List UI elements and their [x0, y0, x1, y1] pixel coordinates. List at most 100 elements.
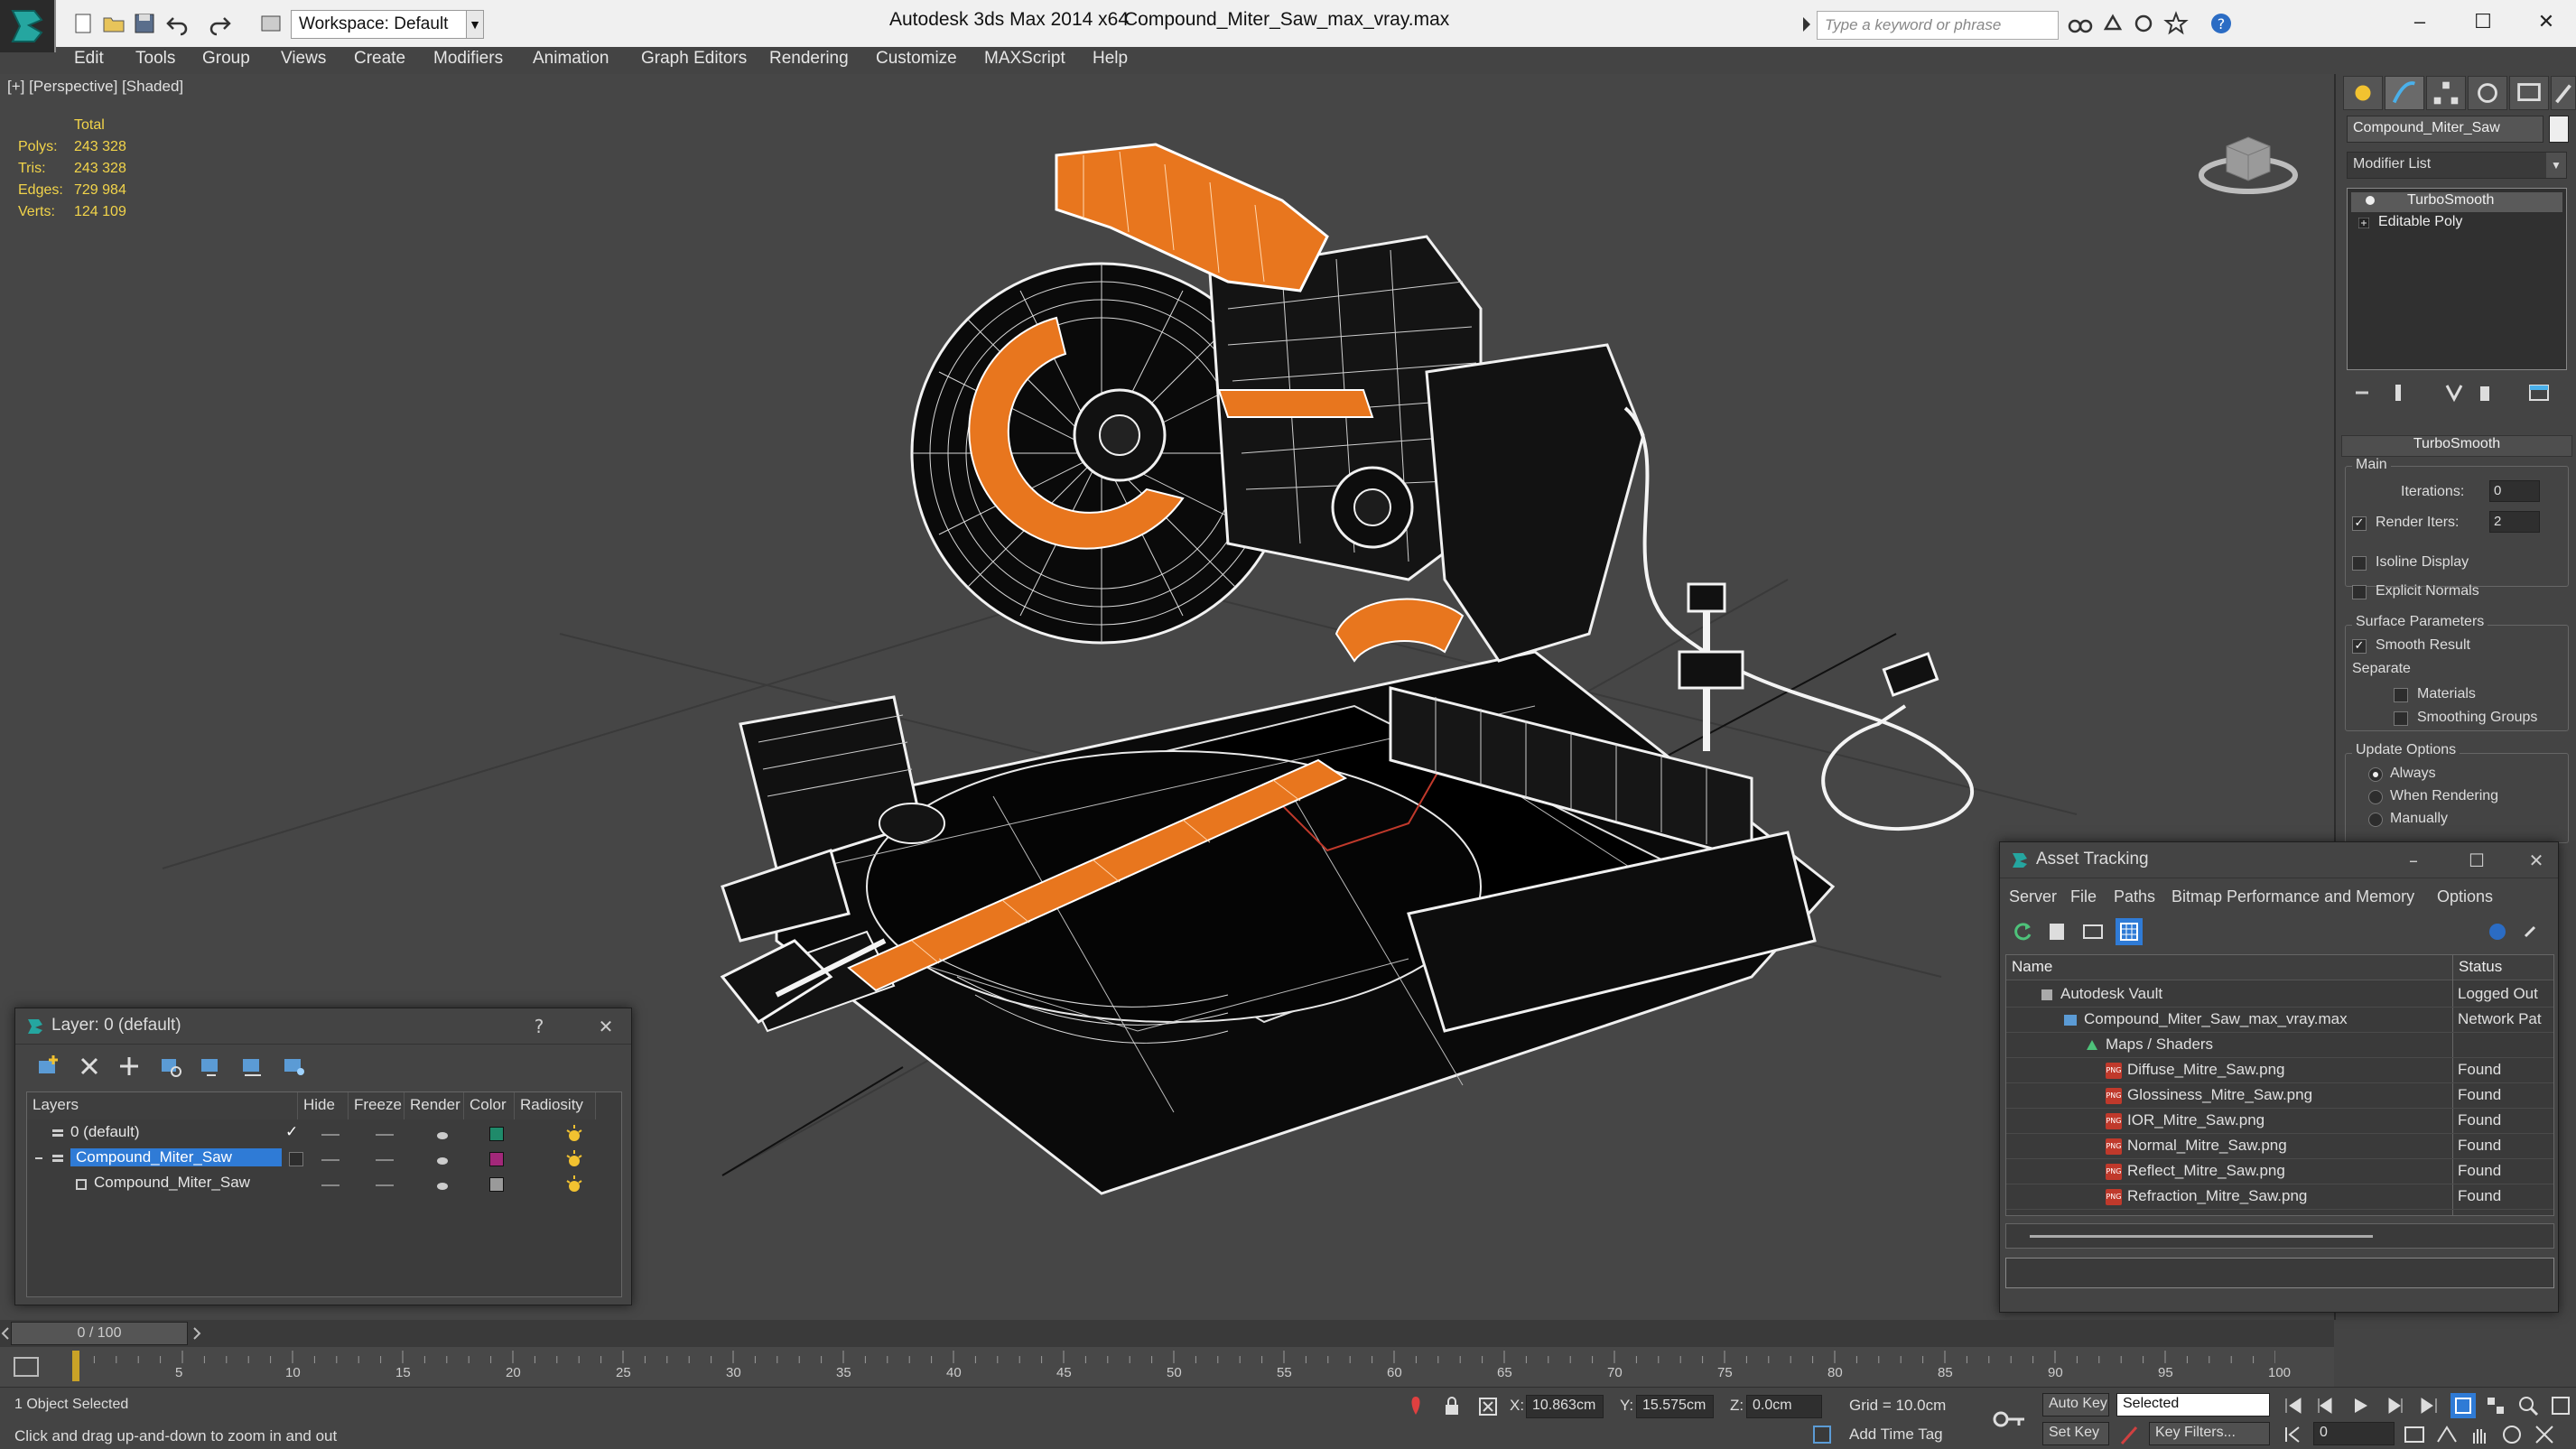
- close-button[interactable]: ✕: [2528, 5, 2564, 38]
- radiosity-sun-icon[interactable]: [563, 1123, 585, 1145]
- chevron-left-icon[interactable]: [0, 1325, 11, 1342]
- asset-row[interactable]: Autodesk Vault Logged Out: [2006, 982, 2553, 1008]
- rollout-title[interactable]: TurboSmooth: [2341, 435, 2572, 457]
- isolate-selection-icon[interactable]: [1405, 1395, 1427, 1418]
- asset-row[interactable]: PNG Glossiness_Mitre_Saw.png Found: [2006, 1083, 2553, 1109]
- asset-row[interactable]: PNG Reflect_Mitre_Saw.png Found: [2006, 1159, 2553, 1184]
- object-name-field[interactable]: Compound_Miter_Saw: [2347, 116, 2543, 143]
- stack-item-turbosmooth[interactable]: TurboSmooth: [2351, 192, 2562, 212]
- viewcube-icon[interactable]: [2194, 119, 2302, 200]
- minimize-button[interactable]: –: [2401, 848, 2426, 873]
- column-header-color[interactable]: Color: [464, 1092, 515, 1119]
- minimize-button[interactable]: –: [2402, 5, 2438, 38]
- grid-view-icon[interactable]: [2116, 918, 2143, 945]
- menu-maxscript[interactable]: MAXScript: [984, 49, 1065, 69]
- menu-graph-editors[interactable]: Graph Editors: [641, 49, 747, 69]
- layer-name[interactable]: Compound_Miter_Saw: [70, 1148, 282, 1166]
- maximize-viewport-icon[interactable]: [2548, 1393, 2573, 1418]
- add-to-layer-icon[interactable]: [115, 1052, 144, 1081]
- modifier-list-dropdown[interactable]: Modifier List ▼: [2347, 152, 2567, 179]
- layer-row[interactable]: 0 (default) ✓: [27, 1121, 623, 1147]
- play-icon[interactable]: [2348, 1393, 2373, 1418]
- go-to-end-icon[interactable]: [2416, 1393, 2441, 1418]
- teapot-render-icon[interactable]: [435, 1152, 450, 1166]
- horizontal-scrollbar[interactable]: [2005, 1223, 2554, 1249]
- favorites-star-icon[interactable]: [2163, 11, 2189, 36]
- menu-edit[interactable]: Edit: [74, 49, 104, 69]
- column-header-status[interactable]: Status: [2452, 955, 2553, 980]
- modify-tab-icon[interactable]: [2385, 76, 2424, 110]
- menu-help[interactable]: Help: [1093, 49, 1128, 69]
- object-name[interactable]: Compound_Miter_Saw: [94, 1174, 250, 1192]
- menu-bitmap-performance[interactable]: Bitmap Performance and Memory: [2171, 887, 2414, 906]
- time-slider-thumb[interactable]: 0 / 100: [11, 1322, 188, 1345]
- materials-checkbox[interactable]: [2394, 688, 2408, 702]
- hide-toggle[interactable]: [321, 1159, 339, 1161]
- new-layer-icon[interactable]: [33, 1052, 62, 1081]
- close-button[interactable]: ✕: [593, 1014, 618, 1039]
- object-row[interactable]: Compound_Miter_Saw: [27, 1172, 623, 1197]
- column-header-render[interactable]: Render: [405, 1092, 464, 1119]
- freeze-toggle[interactable]: [376, 1134, 394, 1136]
- radiosity-sun-icon[interactable]: [563, 1148, 585, 1170]
- show-end-result-icon[interactable]: [2386, 381, 2410, 404]
- undo-icon[interactable]: [164, 11, 190, 36]
- object-color-swatch[interactable]: [489, 1177, 504, 1192]
- smoothing-groups-checkbox[interactable]: [2394, 711, 2408, 726]
- open-folder-icon[interactable]: [101, 11, 126, 36]
- manually-radio[interactable]: [2368, 813, 2383, 827]
- zoom-all-icon[interactable]: [2483, 1393, 2508, 1418]
- menu-paths[interactable]: Paths: [2114, 887, 2155, 906]
- time-configuration-icon[interactable]: [2402, 1422, 2427, 1447]
- add-time-tag[interactable]: Add Time Tag: [1849, 1426, 1943, 1444]
- utilities-tab-icon[interactable]: [2551, 76, 2576, 110]
- select-objects-in-layer-icon[interactable]: [156, 1052, 185, 1081]
- scrollbar-thumb[interactable]: [2030, 1235, 2373, 1238]
- refresh-icon[interactable]: [2011, 920, 2034, 943]
- active-layer-checkbox[interactable]: [289, 1152, 303, 1166]
- active-layer-check[interactable]: ✓: [285, 1123, 298, 1141]
- binoculars-icon[interactable]: [2068, 11, 2093, 36]
- set-key-filter-icon[interactable]: [2118, 1424, 2140, 1447]
- chevron-right-icon[interactable]: [191, 1325, 202, 1342]
- pin-stack-icon[interactable]: [2350, 381, 2374, 404]
- menu-views[interactable]: Views: [281, 49, 326, 69]
- menu-modifiers[interactable]: Modifiers: [433, 49, 503, 69]
- key-mode-toggle-icon[interactable]: [2281, 1422, 2306, 1447]
- menu-create[interactable]: Create: [354, 49, 405, 69]
- teapot-render-icon[interactable]: [435, 1127, 450, 1141]
- next-frame-icon[interactable]: [2382, 1393, 2407, 1418]
- track-bar[interactable]: 5 10 15 20 25 30 35 40 45 50 55 60 65 70 75 80 85 90 95 100: [0, 1347, 2334, 1387]
- menu-options[interactable]: Options: [2437, 887, 2493, 906]
- list-view-icon[interactable]: [2045, 920, 2069, 943]
- render-iters-checkbox[interactable]: ✓: [2352, 516, 2367, 531]
- hide-toggle[interactable]: [321, 1184, 339, 1186]
- key-icon[interactable]: [1992, 1406, 2028, 1433]
- save-icon[interactable]: [132, 11, 157, 36]
- column-header-freeze[interactable]: Freeze: [349, 1092, 405, 1119]
- menu-tools[interactable]: Tools: [135, 49, 175, 69]
- table-view-icon[interactable]: [2081, 920, 2105, 943]
- highlight-selected-layer-icon[interactable]: [196, 1052, 225, 1081]
- zoom-extents-icon[interactable]: [2450, 1393, 2476, 1418]
- communication-center-icon[interactable]: [2100, 11, 2125, 36]
- help-icon[interactable]: [2486, 920, 2509, 943]
- key-filters-button[interactable]: Key Filters...: [2149, 1422, 2270, 1445]
- menu-animation[interactable]: Animation: [533, 49, 609, 69]
- remove-modifier-icon[interactable]: [2473, 381, 2497, 404]
- stack-item-editable-poly[interactable]: Editable Poly: [2351, 214, 2562, 234]
- pan-hand-icon[interactable]: [2467, 1422, 2492, 1447]
- new-file-icon[interactable]: [70, 11, 96, 36]
- asset-row[interactable]: PNG Normal_Mitre_Saw.png Found: [2006, 1134, 2553, 1159]
- viewport-label[interactable]: [+] [Perspective] [Shaded]: [7, 78, 183, 96]
- asset-row[interactable]: PNG IOR_Mitre_Saw.png Found: [2006, 1109, 2553, 1134]
- y-coord-field[interactable]: 15.575cm: [1636, 1395, 1714, 1418]
- previous-frame-icon[interactable]: [2313, 1393, 2339, 1418]
- search-input[interactable]: Type a keyword or phrase: [1817, 11, 2059, 40]
- field-of-view-icon[interactable]: [2434, 1422, 2460, 1447]
- absolute-mode-icon[interactable]: [1477, 1395, 1499, 1418]
- pin-icon[interactable]: [2518, 920, 2542, 943]
- go-to-start-icon[interactable]: [2281, 1393, 2306, 1418]
- isoline-display-checkbox[interactable]: [2352, 556, 2367, 571]
- menu-server[interactable]: Server: [2009, 887, 2057, 906]
